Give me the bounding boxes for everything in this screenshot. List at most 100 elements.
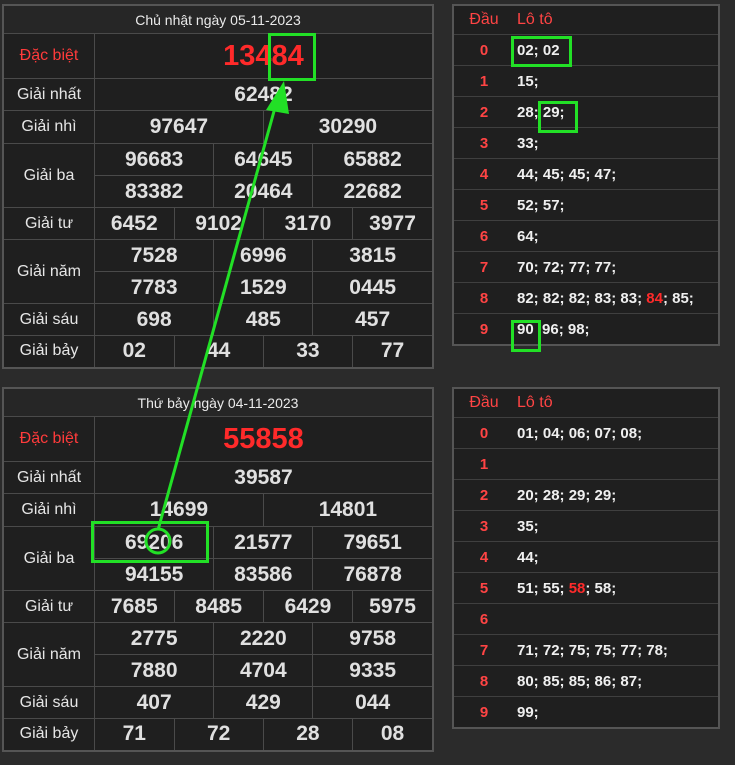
dau-digit: 5	[453, 189, 514, 221]
sixth-prize-number: 457	[312, 303, 434, 336]
loto-text: 52; 57;	[517, 196, 565, 214]
loto-row: 3 35;	[453, 510, 719, 542]
second-prize-number: 14699	[94, 493, 264, 527]
dau-digit: 8	[453, 282, 514, 314]
first-prize-number: 62482	[94, 78, 434, 111]
loto-numbers: 01; 04; 06; 07; 08;	[514, 417, 719, 449]
loto-numbers	[514, 603, 719, 635]
loto-special-match: 84	[646, 289, 663, 307]
third-prize-label: Giải ba	[2, 526, 95, 591]
dau-digit: 0	[453, 34, 514, 66]
seventh-prize-number: 71	[94, 718, 175, 751]
loto-row: 8 82; 82; 82; 83; 83; 84; 85;	[453, 282, 719, 314]
loto-text: 15;	[517, 72, 539, 90]
loto-text: 71; 72; 75; 75; 77; 78;	[517, 641, 668, 659]
loto-numbers: 02; 02	[514, 34, 719, 66]
loto-text: 90 96; 98;	[517, 320, 590, 338]
sixth-prize-label: Giải sáu	[2, 303, 95, 336]
third-prize-number: 94155	[93, 558, 215, 591]
third-prize-number: 83382	[93, 175, 215, 208]
loto-numbers: 15;	[514, 65, 719, 97]
loto-text: 35;	[517, 517, 539, 535]
dau-digit: 1	[453, 65, 514, 97]
dau-header: Đầu	[453, 5, 514, 35]
loto-text: 20; 28; 29; 29;	[517, 486, 617, 504]
draw-date-title: Chủ nhật ngày 05-11-2023	[2, 4, 434, 34]
loto-row: 0 01; 04; 06; 07; 08;	[453, 417, 719, 449]
loto-numbers: 82; 82; 82; 83; 83; 84; 85;	[514, 282, 719, 314]
seventh-prize-label: Giải bảy	[2, 718, 95, 751]
dau-digit: 4	[453, 158, 514, 190]
loto-row: 9 90 96; 98;	[453, 313, 719, 346]
loto-numbers: 99;	[514, 696, 719, 729]
dau-digit: 2	[453, 479, 514, 511]
loto-row: 2 28; 29;	[453, 96, 719, 128]
seventh-prize-number: 33	[262, 335, 354, 368]
loto-text: 70; 72; 77; 77;	[517, 258, 617, 276]
third-prize-number: 21577	[213, 526, 314, 559]
draw-date-title: Thứ bảy ngày 04-11-2023	[2, 387, 434, 417]
result-table-top: Chủ nhật ngày 05-11-2023 Đặc biệt 13484 …	[2, 4, 434, 369]
loto-text: 44; 45; 45; 47;	[517, 165, 617, 183]
loto-text: ; 58;	[585, 579, 617, 597]
fifth-prize-number: 4704	[213, 654, 314, 687]
fourth-prize-number: 6452	[94, 207, 175, 240]
first-prize-label: Giải nhất	[2, 78, 95, 111]
loto-text: 01; 04; 06; 07; 08;	[517, 424, 643, 442]
loto-table-top: Đầu Lô tô 0 02; 02 1 15; 2 28; 29; 3 33; 4 44; 45…	[452, 4, 720, 346]
dau-digit: 7	[453, 251, 514, 283]
third-prize-number: 96683	[93, 143, 215, 176]
dau-digit: 0	[453, 417, 514, 449]
sixth-prize-number: 044	[312, 686, 434, 719]
loto-row: 1	[453, 448, 719, 480]
sixth-prize-number: 429	[213, 686, 314, 719]
fifth-prize-number: 3815	[312, 239, 434, 272]
fourth-prize-number: 3170	[262, 207, 354, 240]
seventh-prize-number: 44	[173, 335, 264, 368]
loto-text: 99;	[517, 703, 539, 721]
loto-numbers: 71; 72; 75; 75; 77; 78;	[514, 634, 719, 666]
loto-numbers: 35;	[514, 510, 719, 542]
loto-numbers: 52; 57;	[514, 189, 719, 221]
loto-numbers: 51; 55; 58; 58;	[514, 572, 719, 604]
loto-text: 80; 85; 85; 86; 87;	[517, 672, 643, 690]
dau-digit: 6	[453, 603, 514, 635]
fifth-prize-number: 9335	[312, 654, 434, 687]
sixth-prize-number: 698	[93, 303, 215, 336]
fourth-prize-number: 6429	[262, 590, 354, 623]
second-prize-label: Giải nhì	[2, 110, 95, 144]
seventh-prize-label: Giải bảy	[2, 335, 95, 368]
fifth-prize-number: 1529	[213, 271, 314, 304]
loto-row: 5 51; 55; 58; 58;	[453, 572, 719, 604]
loto-numbers: 33;	[514, 127, 719, 159]
fourth-prize-number: 5975	[352, 590, 434, 623]
second-prize-number: 14801	[262, 493, 434, 527]
dau-digit: 3	[453, 510, 514, 542]
fifth-prize-number: 2775	[93, 622, 215, 655]
loto-numbers: 64;	[514, 220, 719, 252]
special-prize-number: 13484	[94, 33, 434, 79]
dau-digit: 9	[453, 696, 514, 729]
loto-row: 9 99;	[453, 696, 719, 729]
loto-table-bottom: Đầu Lô tô 0 01; 04; 06; 07; 08; 1 2 20; 28; …	[452, 387, 720, 729]
loto-text: 44;	[517, 548, 539, 566]
loto-numbers: 20; 28; 29; 29;	[514, 479, 719, 511]
third-prize-label: Giải ba	[2, 143, 95, 208]
seventh-prize-number: 77	[352, 335, 434, 368]
loto-text: ; 85;	[662, 289, 694, 307]
loto-row: 7 71; 72; 75; 75; 77; 78;	[453, 634, 719, 666]
fifth-prize-number: 9758	[312, 622, 434, 655]
seventh-prize-number: 72	[173, 718, 264, 751]
dau-digit: 5	[453, 572, 514, 604]
third-prize-number: 83586	[213, 558, 314, 591]
third-prize-number: 20464	[213, 175, 314, 208]
third-prize-number: 79651	[312, 526, 434, 559]
loto-numbers: 80; 85; 85; 86; 87;	[514, 665, 719, 697]
dau-digit: 6	[453, 220, 514, 252]
fifth-prize-number: 2220	[213, 622, 314, 655]
loto-header: Lô tô	[514, 388, 719, 418]
fourth-prize-number: 9102	[173, 207, 264, 240]
loto-text: 33;	[517, 134, 539, 152]
loto-header: Lô tô	[514, 5, 719, 35]
sixth-prize-number: 485	[213, 303, 314, 336]
